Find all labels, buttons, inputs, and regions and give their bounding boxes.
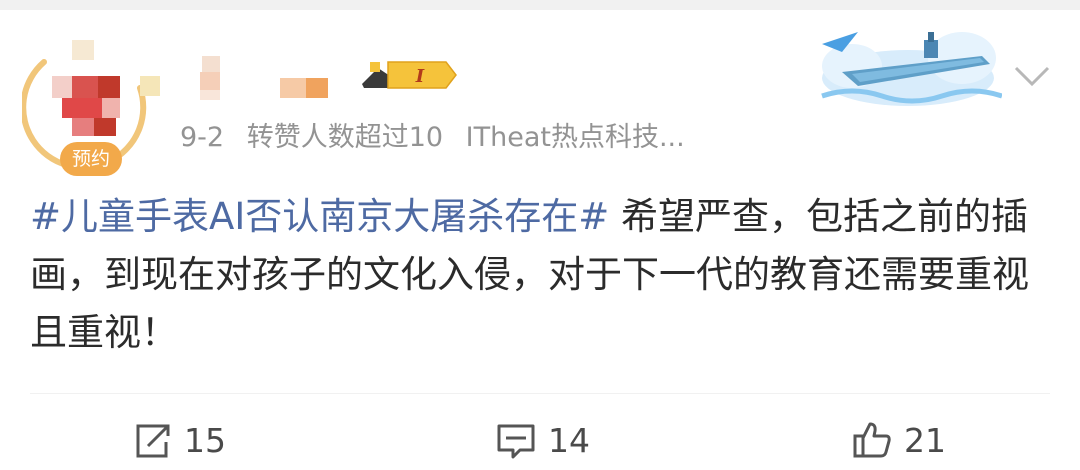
comment-button[interactable]: 14 <box>494 410 590 470</box>
share-icon <box>136 424 170 458</box>
repost-button[interactable]: 15 <box>130 410 226 470</box>
hashtag-link[interactable]: #儿童手表AI否认南京大屠杀存在# <box>30 195 609 238</box>
card-decoration <box>821 32 1002 106</box>
post-meta: 9-2 转赞人数超过10 ITheat热点科技... <box>180 120 780 156</box>
chevron-down-icon[interactable] <box>1010 62 1054 92</box>
post-date: 9-2 <box>180 122 225 153</box>
like-button[interactable]: 21 <box>850 410 946 470</box>
comment-count: 14 <box>548 420 590 460</box>
post-source[interactable]: ITheat热点科技... <box>466 122 685 153</box>
like-count: 21 <box>904 420 946 460</box>
reservation-badge: 预约 <box>60 142 122 176</box>
thumbs-up-icon <box>853 422 891 458</box>
avatar[interactable]: 预约 <box>22 40 160 178</box>
action-bar: 15 14 21 <box>0 410 1080 470</box>
vip-level-badge: I <box>362 61 457 89</box>
comment-icon <box>497 424 535 459</box>
engagement-note: 转赞人数超过10 <box>246 122 444 153</box>
username[interactable]: I <box>160 50 460 110</box>
svg-text:I: I <box>415 66 425 87</box>
divider <box>30 393 1050 394</box>
post-text: #儿童手表AI否认南京大屠杀存在# 希望严查，包括之前的插画，到现在对孩子的文化… <box>30 188 1050 362</box>
top-separator <box>0 0 1080 10</box>
repost-count: 15 <box>184 420 226 460</box>
